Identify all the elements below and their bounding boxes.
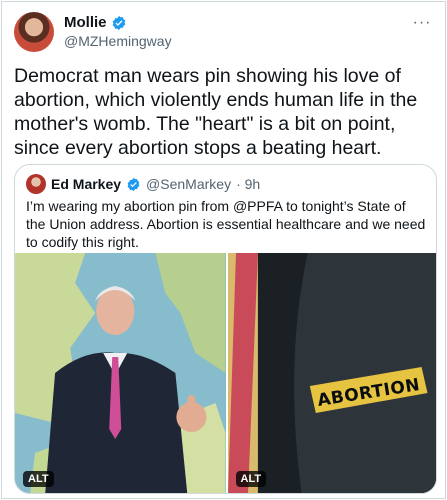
quoted-tweet-text: I’m wearing my abortion pin from @PPFA t… bbox=[26, 198, 426, 250]
quoted-tweet[interactable]: Ed Markey @SenMarkey · 9h I’m wearing my… bbox=[14, 164, 437, 494]
quoted-tweet-header: Ed Markey @SenMarkey · 9h bbox=[26, 174, 260, 194]
author-avatar[interactable] bbox=[14, 12, 54, 52]
tweet-header: Mollie @MZHemingway ··· bbox=[14, 12, 433, 52]
more-options-icon[interactable]: ··· bbox=[411, 12, 433, 34]
media-grid: ALT ABORTION ALT bbox=[15, 253, 436, 493]
author-name[interactable]: Mollie bbox=[64, 14, 107, 31]
photo-illustration bbox=[227, 253, 436, 493]
verified-badge-icon bbox=[112, 15, 125, 30]
tweet-card[interactable]: Mollie @MZHemingway ··· Democrat man wea… bbox=[1, 1, 446, 499]
author-handle[interactable]: @MZHemingway bbox=[64, 33, 172, 49]
alt-text-badge[interactable]: ALT bbox=[235, 471, 267, 487]
photo-senator-thumbs-up[interactable]: ALT bbox=[15, 253, 226, 493]
quoted-author-avatar bbox=[26, 174, 46, 194]
photo-abortion-pin[interactable]: ABORTION ALT bbox=[227, 253, 436, 493]
quoted-author-handle: @SenMarkey bbox=[146, 176, 232, 192]
photo-illustration bbox=[15, 253, 226, 493]
tweet-text: Democrat man wears pin showing his love … bbox=[14, 65, 418, 159]
verified-badge-icon bbox=[127, 177, 140, 191]
author-name-row: Mollie bbox=[64, 14, 127, 31]
quoted-author-name: Ed Markey bbox=[51, 176, 122, 192]
quoted-timestamp: · 9h bbox=[236, 176, 261, 192]
alt-text-badge[interactable]: ALT bbox=[23, 471, 54, 487]
